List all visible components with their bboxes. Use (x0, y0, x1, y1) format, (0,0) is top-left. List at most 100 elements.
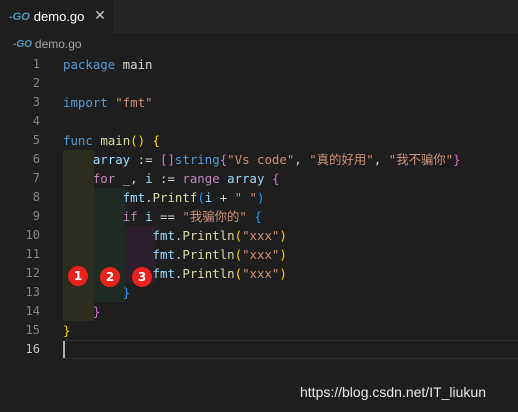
go-file-icon: -GO (9, 10, 30, 23)
line-number: 15 (25, 323, 40, 337)
code-token: ( (234, 266, 243, 281)
code-token: string (174, 152, 220, 167)
code-token: { (271, 171, 280, 186)
line-number: 8 (32, 190, 40, 204)
code-token: ( (197, 190, 205, 205)
code-token: { (152, 133, 161, 148)
go-file-icon: -GO (13, 38, 32, 50)
code-token: range (182, 171, 220, 186)
code-token: main (115, 57, 153, 72)
code-token: "xxx" (242, 266, 280, 281)
code-token: Printf (152, 190, 198, 205)
code-token: , (294, 152, 310, 167)
code-line: for _, i := range array { (63, 169, 280, 188)
code-token: := (130, 152, 160, 167)
code-token: "Vs code" (227, 152, 295, 167)
code-line: fmt.Println("xxx") (63, 226, 287, 245)
code-token: fmt (122, 190, 146, 205)
code-token: array (227, 171, 265, 186)
line-number: 7 (32, 171, 40, 185)
breadcrumb: -GO demo.go (0, 33, 518, 55)
line-number: 4 (32, 114, 40, 128)
current-line-highlight (62, 340, 518, 359)
code-token: } (92, 304, 101, 319)
watermark: https://blog.csdn.net/IT_liukun (300, 384, 486, 400)
code-token: i (145, 209, 153, 224)
code-token: "xxx" (242, 228, 280, 243)
code-line: fmt.Printf(i + " ") (63, 188, 265, 207)
line-number: 11 (25, 247, 40, 261)
code-line: array := []string{"Vs code", "真的好用", "我不… (63, 150, 461, 169)
line-number: 16 (25, 342, 40, 356)
code-token: "我不骗你" (388, 152, 454, 167)
code-token: "真的好用" (309, 152, 374, 167)
code-token: } (453, 152, 461, 167)
code-token: fmt (152, 228, 175, 243)
line-number: 2 (32, 76, 40, 90)
close-icon[interactable]: ✕ (92, 8, 108, 24)
code-token: . (145, 190, 153, 205)
code-token: ( (234, 228, 243, 243)
code-token: ) (279, 266, 287, 281)
text-cursor (63, 341, 65, 358)
breadcrumb-file[interactable]: demo.go (35, 37, 82, 51)
code-token: import (63, 95, 108, 110)
line-number: 3 (32, 95, 40, 109)
code-token: == (152, 209, 183, 224)
annotation-badge-1: 1 (68, 266, 88, 286)
code-token: } (63, 323, 71, 338)
code-token: "xxx" (242, 247, 280, 262)
code-line: fmt.Println("xxx") (63, 264, 287, 283)
code-token: package (63, 57, 116, 72)
code-line: fmt.Println("xxx") (63, 245, 287, 264)
line-number: 14 (25, 304, 40, 318)
code-token: } (122, 285, 131, 300)
line-number: 6 (32, 152, 40, 166)
code-token: [] (160, 152, 175, 167)
code-token: ( (234, 247, 243, 262)
code-token: fmt (152, 247, 175, 262)
code-line: } (63, 321, 70, 340)
code-token: Println (182, 228, 235, 243)
line-number: 1 (32, 57, 40, 71)
line-number: 5 (32, 133, 40, 147)
code-token: + (212, 190, 235, 205)
code-token: ) (257, 190, 265, 205)
line-number: 10 (25, 228, 40, 242)
code-token: := (152, 171, 183, 186)
code-token: ) (279, 228, 287, 243)
code-token: Println (182, 266, 235, 281)
code-token: , (373, 152, 389, 167)
code-token: array (92, 152, 131, 167)
line-number: 12 (25, 266, 40, 280)
code-token: func (63, 133, 93, 148)
code-token: for (92, 171, 116, 186)
code-token: Println (182, 247, 235, 262)
code-token: main (100, 133, 131, 148)
code-line: } (63, 302, 100, 321)
code-token: i (145, 171, 153, 186)
code-token: if (122, 209, 138, 224)
tab-demo-go[interactable]: -GO demo.go ✕ (0, 0, 113, 33)
code-token: fmt (152, 266, 175, 281)
code-token: () (130, 133, 146, 148)
line-number: 9 (32, 209, 40, 223)
annotation-badge-3: 3 (132, 267, 152, 287)
code-line: func main() { (63, 131, 160, 150)
line-number: 13 (25, 285, 40, 299)
code-token: " " (234, 190, 258, 205)
code-token: _, (115, 171, 146, 186)
code-line: package main (63, 55, 153, 74)
code-token: "fmt" (115, 95, 153, 110)
code-line: if i == "我骗你的" { (63, 207, 262, 226)
code-line: } (63, 283, 130, 302)
